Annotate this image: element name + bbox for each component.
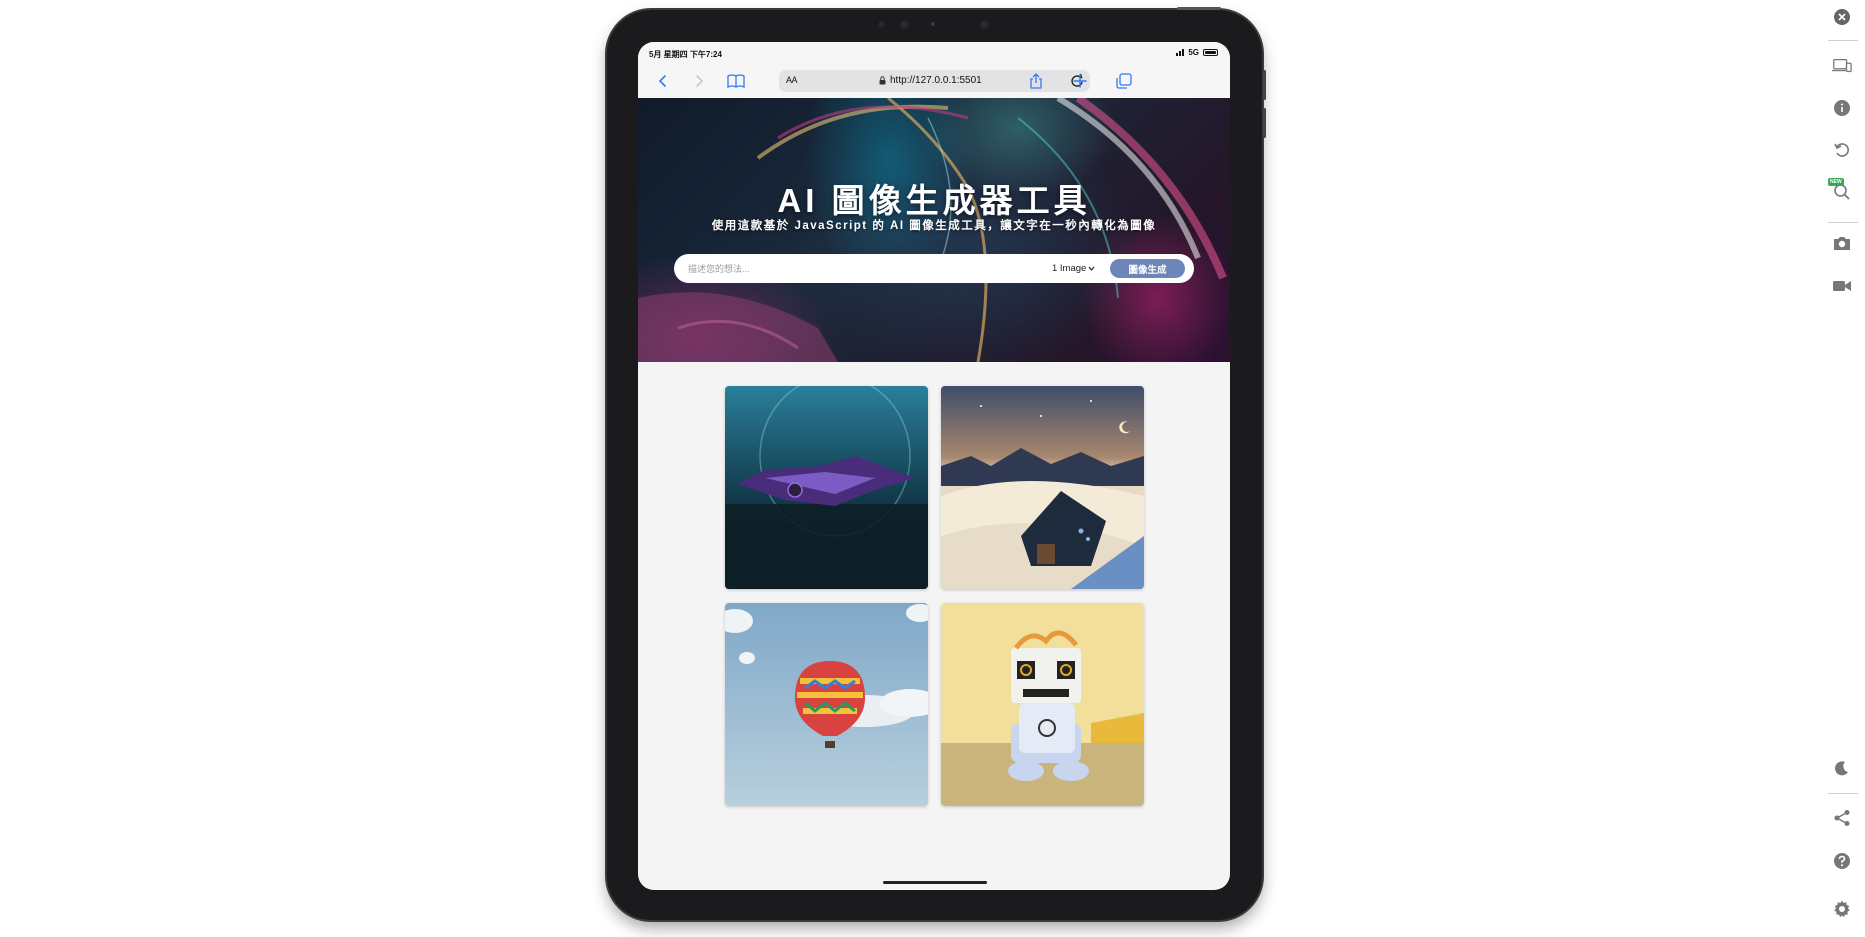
page-title: AI 圖像生成器工具 bbox=[777, 182, 1091, 219]
screenshot-icon[interactable] bbox=[1832, 233, 1852, 253]
record-video-icon[interactable] bbox=[1832, 276, 1852, 296]
settings-icon[interactable] bbox=[1832, 899, 1852, 919]
tabs-overview-icon[interactable] bbox=[1114, 71, 1134, 91]
text-size-button[interactable]: AA bbox=[786, 75, 798, 85]
help-icon[interactable] bbox=[1832, 851, 1852, 871]
new-tab-icon[interactable] bbox=[1070, 71, 1090, 91]
url-display[interactable]: http://127.0.0.1:5501 bbox=[879, 75, 982, 86]
share-icon[interactable] bbox=[1026, 71, 1046, 91]
close-icon[interactable] bbox=[1832, 7, 1852, 27]
safari-toolbar: AA http://127.0.0.1:5501 bbox=[638, 64, 1230, 98]
gallery-card[interactable] bbox=[941, 603, 1144, 806]
sensor bbox=[979, 19, 990, 30]
simulator-stage: 5月 星期四 下午7:24 5G AA http://127.0.0.1:550… bbox=[0, 0, 1865, 937]
rotate-icon[interactable] bbox=[1832, 140, 1852, 160]
zoom-icon[interactable]: NEW bbox=[1828, 178, 1852, 202]
dark-mode-icon[interactable] bbox=[1832, 758, 1852, 778]
image-count-select[interactable]: 1 Image bbox=[1052, 263, 1095, 274]
separator bbox=[1828, 793, 1858, 794]
separator bbox=[1828, 40, 1858, 41]
top-button bbox=[1177, 7, 1221, 10]
generate-button[interactable]: 圖像生成 bbox=[1110, 259, 1185, 278]
separator bbox=[1828, 222, 1858, 223]
ipad-screen: 5月 星期四 下午7:24 5G AA http://127.0.0.1:550… bbox=[638, 42, 1230, 890]
responsive-devices-icon[interactable] bbox=[1832, 56, 1852, 76]
signal-icon bbox=[1176, 49, 1185, 56]
prompt-input[interactable] bbox=[688, 261, 1018, 276]
lock-icon bbox=[879, 76, 886, 85]
image-gallery bbox=[725, 386, 1145, 806]
hot-air-balloon-image bbox=[725, 603, 928, 806]
status-time: 5月 星期四 下午7:24 bbox=[649, 50, 722, 59]
battery-icon bbox=[1203, 49, 1218, 56]
home-indicator[interactable] bbox=[883, 881, 987, 884]
volume-up-button bbox=[1263, 70, 1266, 100]
info-icon[interactable] bbox=[1832, 98, 1852, 118]
front-camera bbox=[899, 19, 910, 30]
simulator-sidebar: NEW bbox=[1818, 0, 1865, 937]
indicator-light bbox=[931, 22, 935, 26]
share-icon[interactable] bbox=[1832, 808, 1852, 828]
url-text: http://127.0.0.1:5501 bbox=[890, 75, 982, 86]
ipad-device-frame: 5月 星期四 下午7:24 5G AA http://127.0.0.1:550… bbox=[607, 7, 1266, 920]
back-icon[interactable] bbox=[653, 71, 673, 91]
purple-spaceship-image bbox=[725, 386, 928, 589]
image-count-value: 1 Image bbox=[1052, 263, 1087, 274]
snowy-cabin-night-image bbox=[941, 386, 1144, 589]
hero-banner: AI 圖像生成器工具 使用這款基於 JavaScript 的 AI 圖像生成工具… bbox=[638, 98, 1230, 362]
volume-down-button bbox=[1263, 108, 1266, 138]
new-badge: NEW bbox=[1828, 178, 1844, 186]
gallery-card[interactable] bbox=[725, 603, 928, 806]
sensor bbox=[877, 20, 886, 29]
prompt-form: 1 Image 圖像生成 bbox=[674, 254, 1194, 283]
gallery-card[interactable] bbox=[941, 386, 1144, 589]
status-bar: 5月 星期四 下午7:24 5G bbox=[638, 42, 1230, 64]
toy-robot-image bbox=[941, 603, 1144, 806]
forward-icon[interactable] bbox=[689, 71, 709, 91]
bookmarks-icon[interactable] bbox=[726, 71, 746, 91]
gallery-card[interactable] bbox=[725, 386, 928, 589]
page-subtitle: 使用這款基於 JavaScript 的 AI 圖像生成工具，讓文字在一秒內轉化為… bbox=[711, 220, 1157, 232]
chevron-down-icon bbox=[1088, 266, 1095, 271]
network-label: 5G bbox=[1188, 48, 1199, 57]
status-indicators: 5G bbox=[1176, 48, 1218, 57]
